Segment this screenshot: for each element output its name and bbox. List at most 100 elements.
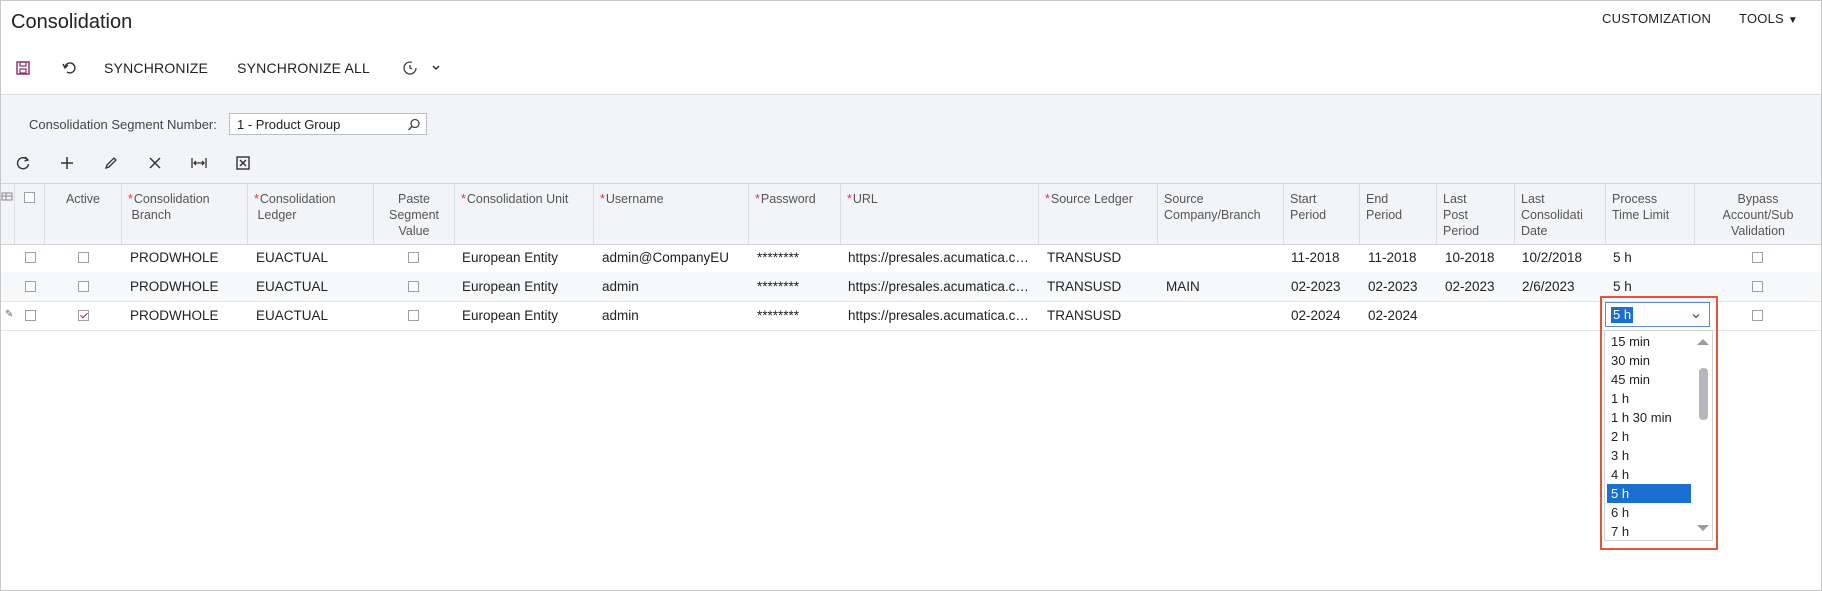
header-branch[interactable]: *Consolidation Branch [122,184,248,244]
synchronize-all-button[interactable]: SYNCHRONIZE ALL [237,60,370,76]
refresh-icon[interactable] [12,152,34,174]
cell-branch[interactable]: PRODWHOLE [130,243,248,272]
cell-process-time-limit[interactable]: 5 h [1613,243,1693,272]
active-checkbox[interactable] [78,281,89,292]
table-row[interactable]: PRODWHOLE EUACTUAL European Entity admin… [1,272,1821,302]
cell-password[interactable]: ******** [757,301,839,330]
header-process-time-limit[interactable]: Process Time Limit [1606,184,1695,244]
cell-source-company[interactable] [1166,301,1282,330]
cell-start-period[interactable]: 02-2023 [1291,272,1359,301]
header-last-consol-date[interactable]: Last Consolidati Date [1515,184,1606,244]
save-icon[interactable] [12,57,34,79]
cell-unit[interactable]: European Entity [462,243,592,272]
paste-segment-checkbox[interactable] [408,252,419,263]
cell-source-company[interactable] [1166,243,1282,272]
dropdown-option[interactable]: 1 h 30 min [1607,408,1697,427]
header-unit[interactable]: *Consolidation Unit [455,184,594,244]
cell-url[interactable]: https://presales.acumatica.co... [848,243,1034,272]
process-time-limit-select[interactable]: 5 h [1605,302,1710,327]
row-select-checkbox[interactable] [25,252,36,263]
cell-branch[interactable]: PRODWHOLE [130,301,248,330]
segment-number-input[interactable]: 1 - Product Group [229,113,427,135]
dropdown-option[interactable]: 2 h [1607,427,1691,446]
cell-start-period[interactable]: 11-2018 [1291,243,1359,272]
cell-password[interactable]: ******** [757,243,839,272]
dropdown-option[interactable]: 1 h [1607,389,1691,408]
search-icon[interactable] [406,117,422,133]
cell-unit[interactable]: European Entity [462,301,592,330]
undo-icon[interactable] [58,57,80,79]
tools-menu[interactable]: TOOLS ▼ [1739,11,1798,26]
cell-password[interactable]: ******** [757,272,839,301]
cell-url[interactable]: https://presales.acumatica.co... [848,301,1034,330]
header-ledger[interactable]: *Consolidation Ledger [248,184,374,244]
header-source-ledger[interactable]: *Source Ledger [1039,184,1158,244]
dropdown-option[interactable]: 6 h [1607,503,1691,522]
cell-source-company[interactable]: MAIN [1166,272,1282,301]
column-settings-icon[interactable] [1,184,15,244]
dropdown-scrollbar[interactable] [1696,337,1710,533]
dropdown-option[interactable]: 4 h [1607,465,1691,484]
dropdown-option[interactable]: 30 min [1607,351,1691,370]
table-row[interactable]: PRODWHOLE EUACTUAL European Entity admin… [1,243,1821,273]
chevron-down-icon[interactable] [425,57,447,79]
schedule-icon[interactable] [399,57,421,79]
cell-unit[interactable]: European Entity [462,272,592,301]
dropdown-option[interactable]: 3 h [1607,446,1691,465]
cell-process-time-limit[interactable]: 5 h [1613,272,1693,301]
add-icon[interactable] [56,152,78,174]
cell-end-period[interactable]: 02-2024 [1368,301,1436,330]
edit-icon[interactable] [100,152,122,174]
paste-segment-checkbox[interactable] [408,281,419,292]
chevron-down-icon[interactable] [1691,308,1701,324]
cell-username[interactable]: admin [602,272,747,301]
bypass-validation-checkbox[interactable] [1752,281,1763,292]
cell-ledger[interactable]: EUACTUAL [256,301,374,330]
active-checkbox[interactable] [78,252,89,263]
cell-username[interactable]: admin [602,301,747,330]
dropdown-option-selected[interactable]: 5 h [1607,484,1691,503]
header-username[interactable]: *Username [594,184,749,244]
cell-source-ledger[interactable]: TRANSUSD [1047,243,1157,272]
cell-end-period[interactable]: 02-2023 [1368,272,1436,301]
header-end-period[interactable]: End Period [1360,184,1437,244]
dropdown-option[interactable]: 45 min [1607,370,1691,389]
page-title: Consolidation [11,11,133,33]
scroll-down-icon[interactable] [1696,523,1710,533]
header-start-period[interactable]: Start Period [1284,184,1360,244]
header-bypass-validation[interactable]: Bypass Account/Sub Validation [1695,184,1821,244]
dropdown-option[interactable]: 15 min [1607,332,1691,351]
synchronize-button[interactable]: SYNCHRONIZE [104,60,208,76]
cell-url[interactable]: https://presales.acumatica.co... [848,272,1034,301]
export-excel-icon[interactable] [232,152,254,174]
active-checkbox[interactable] [78,310,89,321]
cell-end-period[interactable]: 11-2018 [1368,243,1436,272]
header-bypass-line1: Bypass [1737,192,1779,206]
cell-ledger[interactable]: EUACTUAL [256,272,374,301]
header-paste-segment[interactable]: Paste Segment Value [374,184,455,244]
header-password[interactable]: *Password [749,184,841,244]
bypass-validation-checkbox[interactable] [1752,252,1763,263]
header-last-post-period[interactable]: Last Post Period [1437,184,1515,244]
paste-segment-checkbox[interactable] [408,310,419,321]
bypass-validation-checkbox[interactable] [1752,310,1763,321]
cell-username[interactable]: admin@CompanyEU [602,243,747,272]
row-select-checkbox[interactable] [25,310,36,321]
cell-branch[interactable]: PRODWHOLE [130,272,248,301]
cell-source-ledger[interactable]: TRANSUSD [1047,272,1157,301]
fit-columns-icon[interactable] [188,152,210,174]
dropdown-option[interactable]: 7 h [1607,522,1691,540]
select-all-checkbox[interactable] [24,192,35,203]
cell-ledger[interactable]: EUACTUAL [256,243,374,272]
scrollbar-thumb[interactable] [1699,368,1708,420]
delete-icon[interactable] [144,152,166,174]
customization-menu[interactable]: CUSTOMIZATION [1602,11,1711,26]
table-row[interactable]: ✎ PRODWHOLE EUACTUAL European Entity adm… [1,301,1821,331]
header-source-company[interactable]: Source Company/Branch [1158,184,1284,244]
scroll-up-icon[interactable] [1696,337,1710,347]
cell-start-period[interactable]: 02-2024 [1291,301,1359,330]
header-active[interactable]: Active [45,184,122,244]
cell-source-ledger[interactable]: TRANSUSD [1047,301,1157,330]
header-url[interactable]: *URL [841,184,1039,244]
row-select-checkbox[interactable] [25,281,36,292]
